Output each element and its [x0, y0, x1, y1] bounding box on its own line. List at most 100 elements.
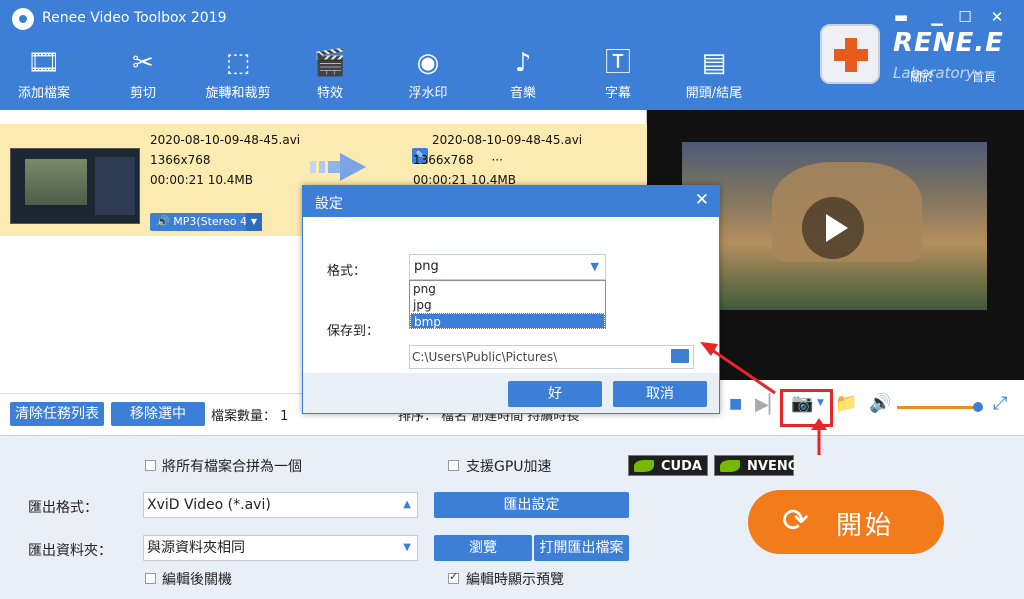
source-info: 2020-08-10-09-48-45.avi 1366x768 00:00:2…	[150, 130, 300, 190]
next-frame-icon[interactable]: ▶▏	[755, 394, 783, 415]
toolbar-crop-rotate[interactable]: ⬚ 旋轉和裁剪	[198, 46, 278, 106]
ok-button[interactable]: 好	[508, 381, 602, 407]
nvenc-badge: NVENC	[714, 455, 798, 476]
toolbar-label: 旋轉和裁剪	[205, 86, 271, 101]
format-dropdown-list: png jpg bmp	[409, 280, 606, 329]
folder-icon[interactable]: 📁	[835, 393, 857, 414]
format-option-bmp[interactable]: bmp	[410, 313, 605, 329]
add-file-icon: 🎞	[27, 48, 61, 78]
export-folder-value: 與源資料夾相同	[147, 540, 245, 556]
brand-name: RENE.E	[893, 28, 1004, 58]
app-title: Renee Video Toolbox 2019	[42, 10, 227, 26]
cuda-badge: CUDA	[628, 455, 708, 476]
cuda-label: CUDA	[661, 459, 702, 474]
gpu-checkbox[interactable]	[448, 460, 459, 471]
chevron-up-icon: ▲	[403, 499, 411, 510]
output-resolution: 1366x768	[413, 153, 474, 167]
close-icon[interactable]: ✕	[695, 190, 709, 210]
remove-selected-button[interactable]: 移除選中	[111, 402, 205, 426]
video-thumbnail[interactable]	[10, 148, 140, 224]
brand-logo-icon	[820, 24, 880, 84]
toolbar-watermark[interactable]: ◉ 浮水印	[388, 46, 468, 106]
home-label: 首頁	[972, 70, 997, 84]
speaker-icon: 🔊	[156, 215, 174, 228]
output-details: 1366x768 ··· 00:00:21 10.4MB	[413, 150, 516, 190]
title-toolbar: Renee Video Toolbox 2019 ▬ ▁ ☐ ✕ 🎞 添加檔案 …	[0, 0, 1024, 110]
format-select[interactable]: png ▼	[409, 254, 606, 280]
save-to-label: 保存到：	[327, 324, 380, 339]
audio-track-select[interactable]: 🔊 MP3(Stereo 4 ▼	[150, 213, 262, 231]
export-format-select[interactable]: XviD Video (*.avi) ▲	[143, 492, 418, 518]
fullscreen-icon[interactable]: ⤢	[993, 393, 1007, 414]
toolbar-label: 剪切	[129, 86, 156, 101]
open-export-folder-button[interactable]: 打開匯出檔案	[534, 535, 629, 561]
toolbar-label: 開頭/結尾	[685, 86, 743, 101]
export-folder-select[interactable]: 與源資料夾相同 ▼	[143, 535, 418, 561]
dialog-body: 格式： png ▼ 保存到： C:\Users\Public\Pictures\…	[303, 217, 719, 373]
close-button[interactable]: ✕	[986, 6, 1008, 28]
snapshot-highlight	[780, 389, 833, 427]
home-link[interactable]: 首頁	[972, 68, 996, 85]
nvenc-label: NVENC	[747, 459, 798, 474]
toolbar-label: 音樂	[509, 86, 536, 101]
save-path-value: C:\Users\Public\Pictures\	[412, 350, 558, 364]
toolbar-cut[interactable]: ✂ 剪切	[103, 46, 183, 106]
output-filename: 2020-08-10-09-48-45.avi	[432, 133, 583, 147]
toolbar-subtitle[interactable]: 🅃 字幕	[578, 46, 658, 106]
stop-icon[interactable]: ■	[729, 396, 742, 412]
output-settings: 將所有檔案合拼為一個 支援GPU加速 CUDA NVENC 匯出格式： XviD…	[0, 435, 1024, 599]
preview-checkbox[interactable]	[448, 570, 459, 584]
dialog-title: 設定	[315, 196, 343, 212]
toolbar-label: 浮水印	[408, 86, 448, 101]
minimize-button[interactable]: ▁	[926, 6, 948, 28]
gpu-label: 支援GPU加速	[466, 459, 552, 475]
merge-checkbox[interactable]	[145, 460, 156, 471]
music-icon: ♪	[514, 48, 532, 78]
cancel-button[interactable]: 取消	[613, 381, 707, 407]
format-option-png[interactable]: png	[410, 281, 605, 297]
merge-label: 將所有檔案合拼為一個	[162, 459, 302, 475]
menu-button[interactable]: ▬	[890, 6, 912, 28]
maximize-button[interactable]: ☐	[954, 6, 976, 28]
watermark-icon: ◉	[416, 48, 440, 78]
about-link[interactable]: 關於	[910, 68, 934, 85]
clear-task-list-button[interactable]: 清除任務列表	[10, 402, 104, 426]
source-resolution: 1366x768	[150, 153, 211, 167]
output-info: 2020-08-10-09-48-45.avi	[432, 130, 582, 150]
toolbar-label: 字幕	[604, 86, 631, 101]
export-format-value: XviD Video (*.avi)	[147, 497, 271, 513]
chevron-down-icon: ▼	[246, 213, 262, 231]
toolbar-effects[interactable]: 🎬 特效	[290, 46, 370, 106]
about-label: 關於	[910, 70, 935, 84]
format-label: 格式：	[327, 264, 367, 279]
shutdown-label: 編輯後關機	[162, 572, 232, 588]
toolbar-music[interactable]: ♪ 音樂	[483, 46, 563, 106]
refresh-icon: ⟳	[782, 501, 809, 539]
convert-arrow-icon	[310, 153, 366, 181]
toolbar-label: 特效	[316, 86, 343, 101]
chevron-down-icon: ▼	[590, 260, 599, 273]
browse-button[interactable]: 瀏覽	[434, 535, 532, 561]
save-path-field[interactable]: C:\Users\Public\Pictures\	[409, 345, 694, 369]
dialog-footer: 好 取消	[303, 373, 719, 413]
start-button[interactable]: ⟳ 開始	[748, 490, 944, 554]
folder-icon[interactable]	[671, 349, 689, 363]
toolbar-add-file[interactable]: 🎞 添加檔案	[4, 46, 84, 106]
toolbar-intro-outro[interactable]: ▤ 開頭/結尾	[674, 46, 754, 106]
shutdown-checkbox[interactable]	[145, 573, 156, 584]
app-logo-icon	[12, 8, 34, 30]
export-settings-button[interactable]: 匯出設定	[434, 492, 629, 518]
volume-icon[interactable]: 🔊	[869, 393, 891, 414]
file-count: 檔案數量： 1	[211, 409, 289, 424]
video-frame	[682, 142, 987, 310]
dialog-header: 設定 ✕	[303, 186, 719, 217]
format-option-jpg[interactable]: jpg	[410, 297, 605, 313]
volume-slider[interactable]	[897, 406, 977, 409]
play-icon[interactable]	[802, 197, 864, 259]
intro-outro-icon: ▤	[701, 48, 727, 78]
thumbnail-screen	[25, 159, 87, 205]
scissors-icon: ✂	[132, 48, 154, 78]
start-label: 開始	[836, 511, 895, 541]
preview-label: 編輯時顯示預覽	[466, 572, 564, 588]
volume-knob[interactable]	[973, 402, 983, 412]
